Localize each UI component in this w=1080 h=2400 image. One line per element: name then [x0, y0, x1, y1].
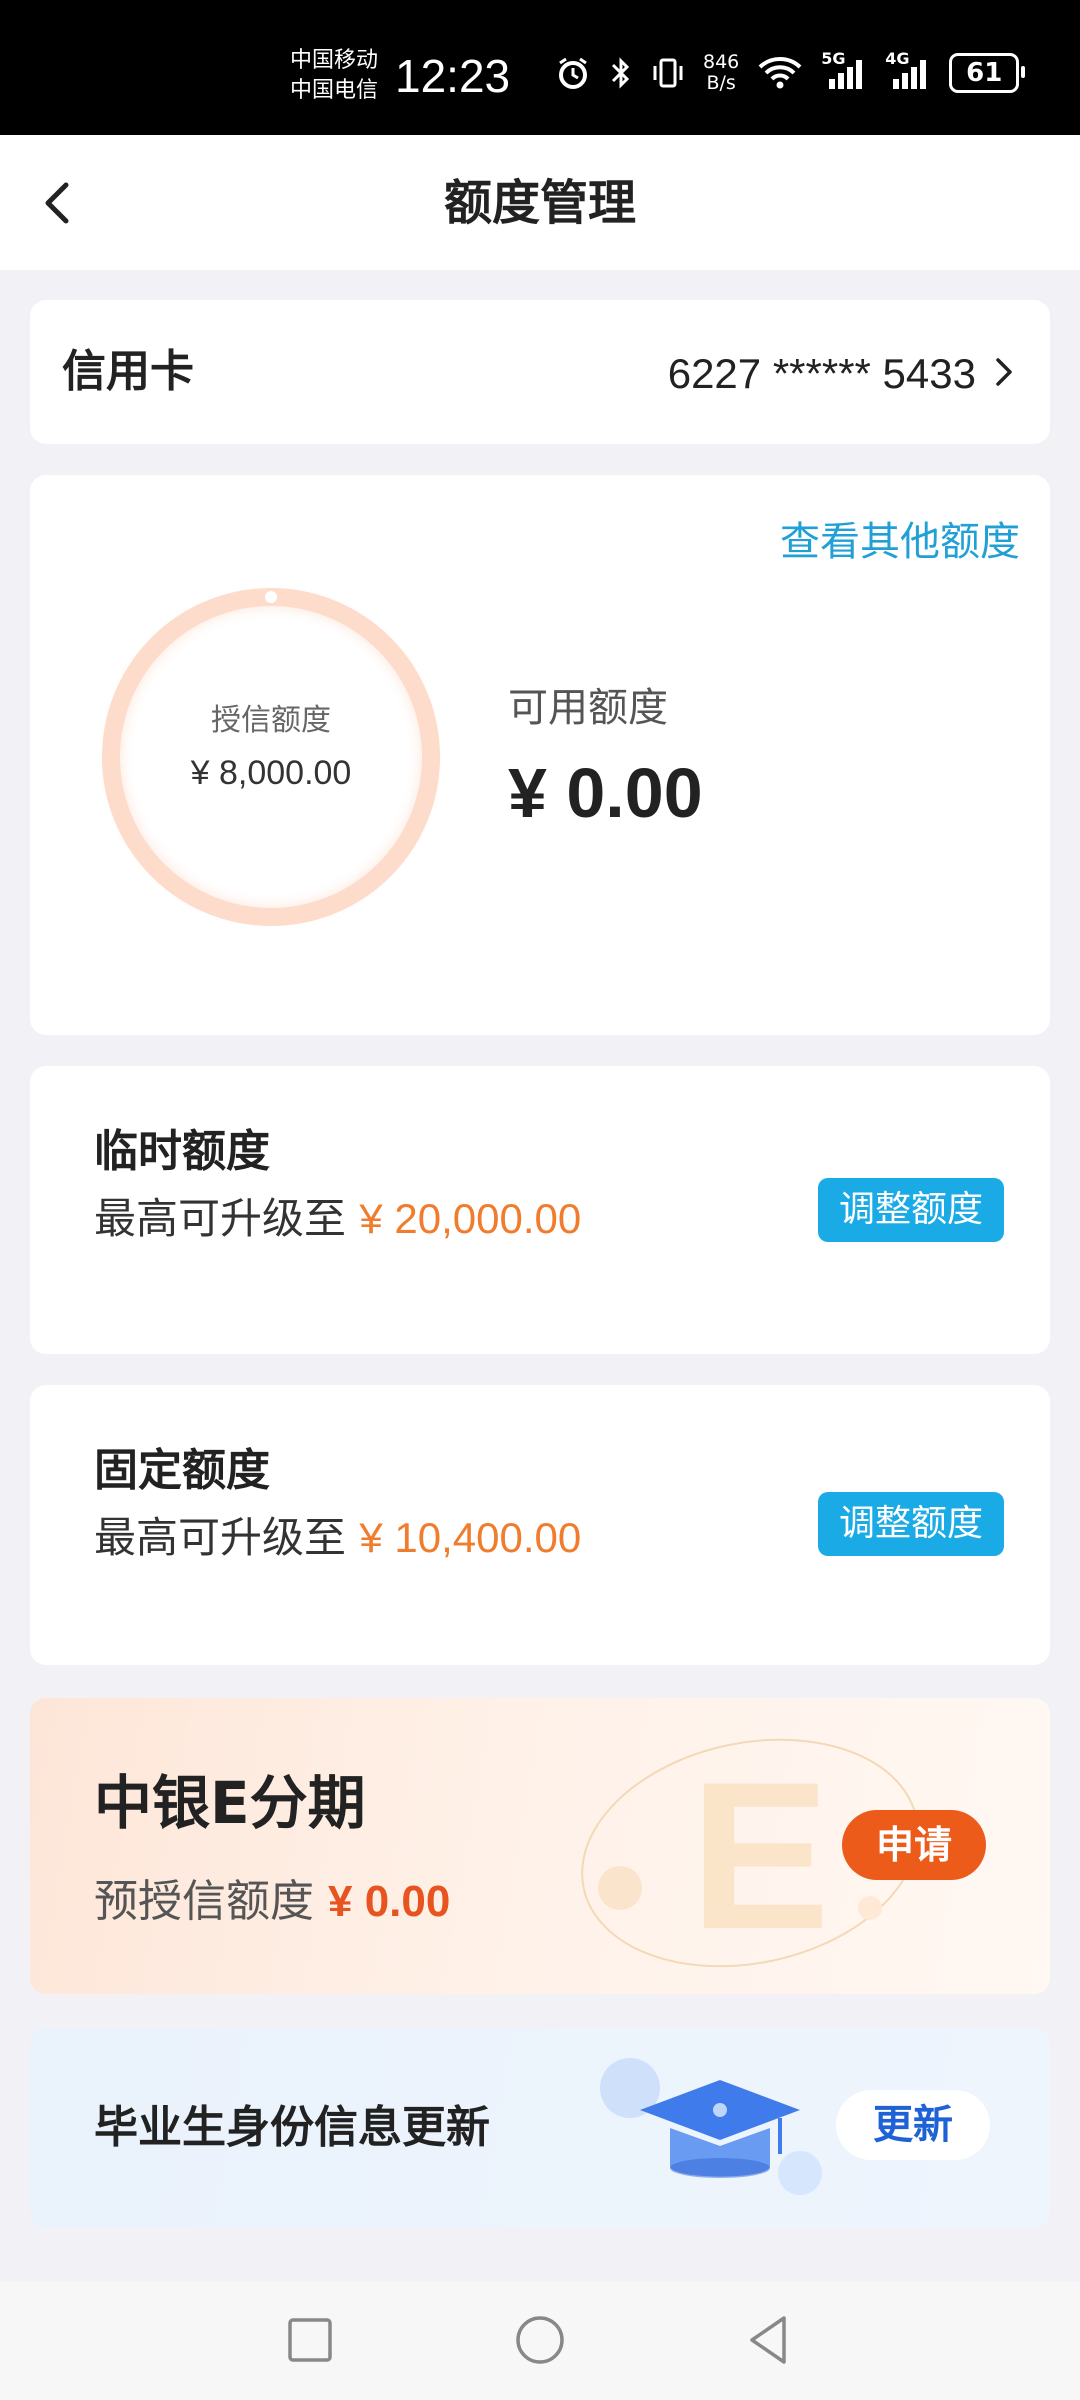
bluetooth-icon [609, 55, 633, 91]
chevron-right-icon [996, 358, 1012, 386]
update-button[interactable]: 更新 [836, 2090, 990, 2160]
apply-button[interactable]: 申请 [842, 1810, 986, 1880]
carrier-1: 中国移动 [290, 48, 379, 73]
signal-5g-icon: 5G [821, 49, 867, 91]
recent-apps-icon[interactable] [280, 2310, 340, 2370]
e-installment-title: 中银E分期 [94, 1769, 366, 1837]
net-speed-unit: B/s [706, 72, 736, 94]
pre-credit-limit-amount: ¥ 0.00 [328, 1877, 451, 1926]
battery-level: 61 [966, 58, 1003, 88]
signal-5g-label: 5G [821, 49, 846, 68]
fixed-limit-desc: 最高可升级至 ¥ 10,400.00 [94, 1511, 581, 1565]
fixed-limit-amount: ¥ 10,400.00 [359, 1514, 582, 1561]
graduate-update-banner[interactable]: 毕业生身份信息更新 更新 [30, 2028, 1050, 2228]
e-installment-banner[interactable]: E 中银E分期 预授信额度 ¥ 0.00 申请 [30, 1698, 1050, 1994]
system-nav-bar [0, 2282, 1080, 2400]
temporary-limit-card: 临时额度 最高可升级至 ¥ 20,000.00 调整额度 [30, 1066, 1050, 1354]
temporary-limit-desc: 最高可升级至 ¥ 20,000.00 [94, 1192, 581, 1246]
adjust-fixed-limit-button[interactable]: 调整额度 [818, 1492, 1004, 1556]
graduation-cap-icon [600, 2058, 822, 2195]
signal-4g-label: 4G [885, 49, 910, 68]
temporary-limit-title: 临时额度 [94, 1126, 270, 1177]
adjust-temporary-limit-button[interactable]: 调整额度 [818, 1178, 1004, 1242]
net-speed-value: 846 [703, 51, 740, 73]
wifi-icon [757, 55, 803, 91]
svg-text:E: E [690, 1738, 830, 1973]
temporary-limit-amount: ¥ 20,000.00 [359, 1195, 582, 1242]
credit-limit-label: 授信额度 [211, 703, 331, 738]
back-nav-icon[interactable] [740, 2310, 800, 2370]
net-speed: 846 B/s [703, 52, 739, 94]
status-icons: 846 B/s 5G 4G 61 [555, 49, 1026, 94]
carrier-2: 中国电信 [290, 78, 379, 103]
pre-credit-limit-label: 预授信额度 [94, 1876, 314, 1927]
app-header: 额度管理 [0, 135, 1080, 270]
pre-credit-limit: 预授信额度 ¥ 0.00 [94, 1874, 450, 1930]
credit-limit-value: ¥ 8,000.00 [190, 754, 352, 792]
clock: 12:23 [395, 50, 511, 102]
available-limit-label: 可用额度 [508, 685, 668, 731]
page-title: 额度管理 [443, 175, 636, 231]
view-other-limits-link[interactable]: 查看其他额度 [780, 517, 1020, 567]
fixed-limit-card: 固定额度 最高可升级至 ¥ 10,400.00 调整额度 [30, 1385, 1050, 1665]
fixed-limit-desc-prefix: 最高可升级至 [94, 1513, 347, 1562]
status-bar: 中国移动 中国电信 12:23 846 B/s 5G 4G 61 [0, 0, 1080, 135]
battery-icon: 61 [949, 53, 1026, 93]
fixed-limit-title: 固定额度 [94, 1445, 270, 1496]
home-icon[interactable] [510, 2310, 570, 2370]
alarm-icon [555, 55, 591, 91]
card-type-label: 信用卡 [62, 346, 194, 397]
vibrate-icon [651, 55, 685, 91]
available-limit-value: ¥ 0.00 [508, 754, 703, 832]
graduate-update-title: 毕业生身份信息更新 [94, 2102, 490, 2153]
carrier-info: 中国移动 中国电信 [290, 46, 378, 106]
limit-overview-card: 查看其他额度 授信额度 ¥ 8,000.00 可用额度 ¥ 0.00 [30, 475, 1050, 1035]
temporary-limit-desc-prefix: 最高可升级至 [94, 1194, 347, 1243]
signal-4g-icon: 4G [885, 49, 931, 91]
card-number: 6227 ****** 5433 [667, 350, 976, 397]
card-selector[interactable]: 信用卡 6227 ****** 5433 [30, 300, 1050, 444]
